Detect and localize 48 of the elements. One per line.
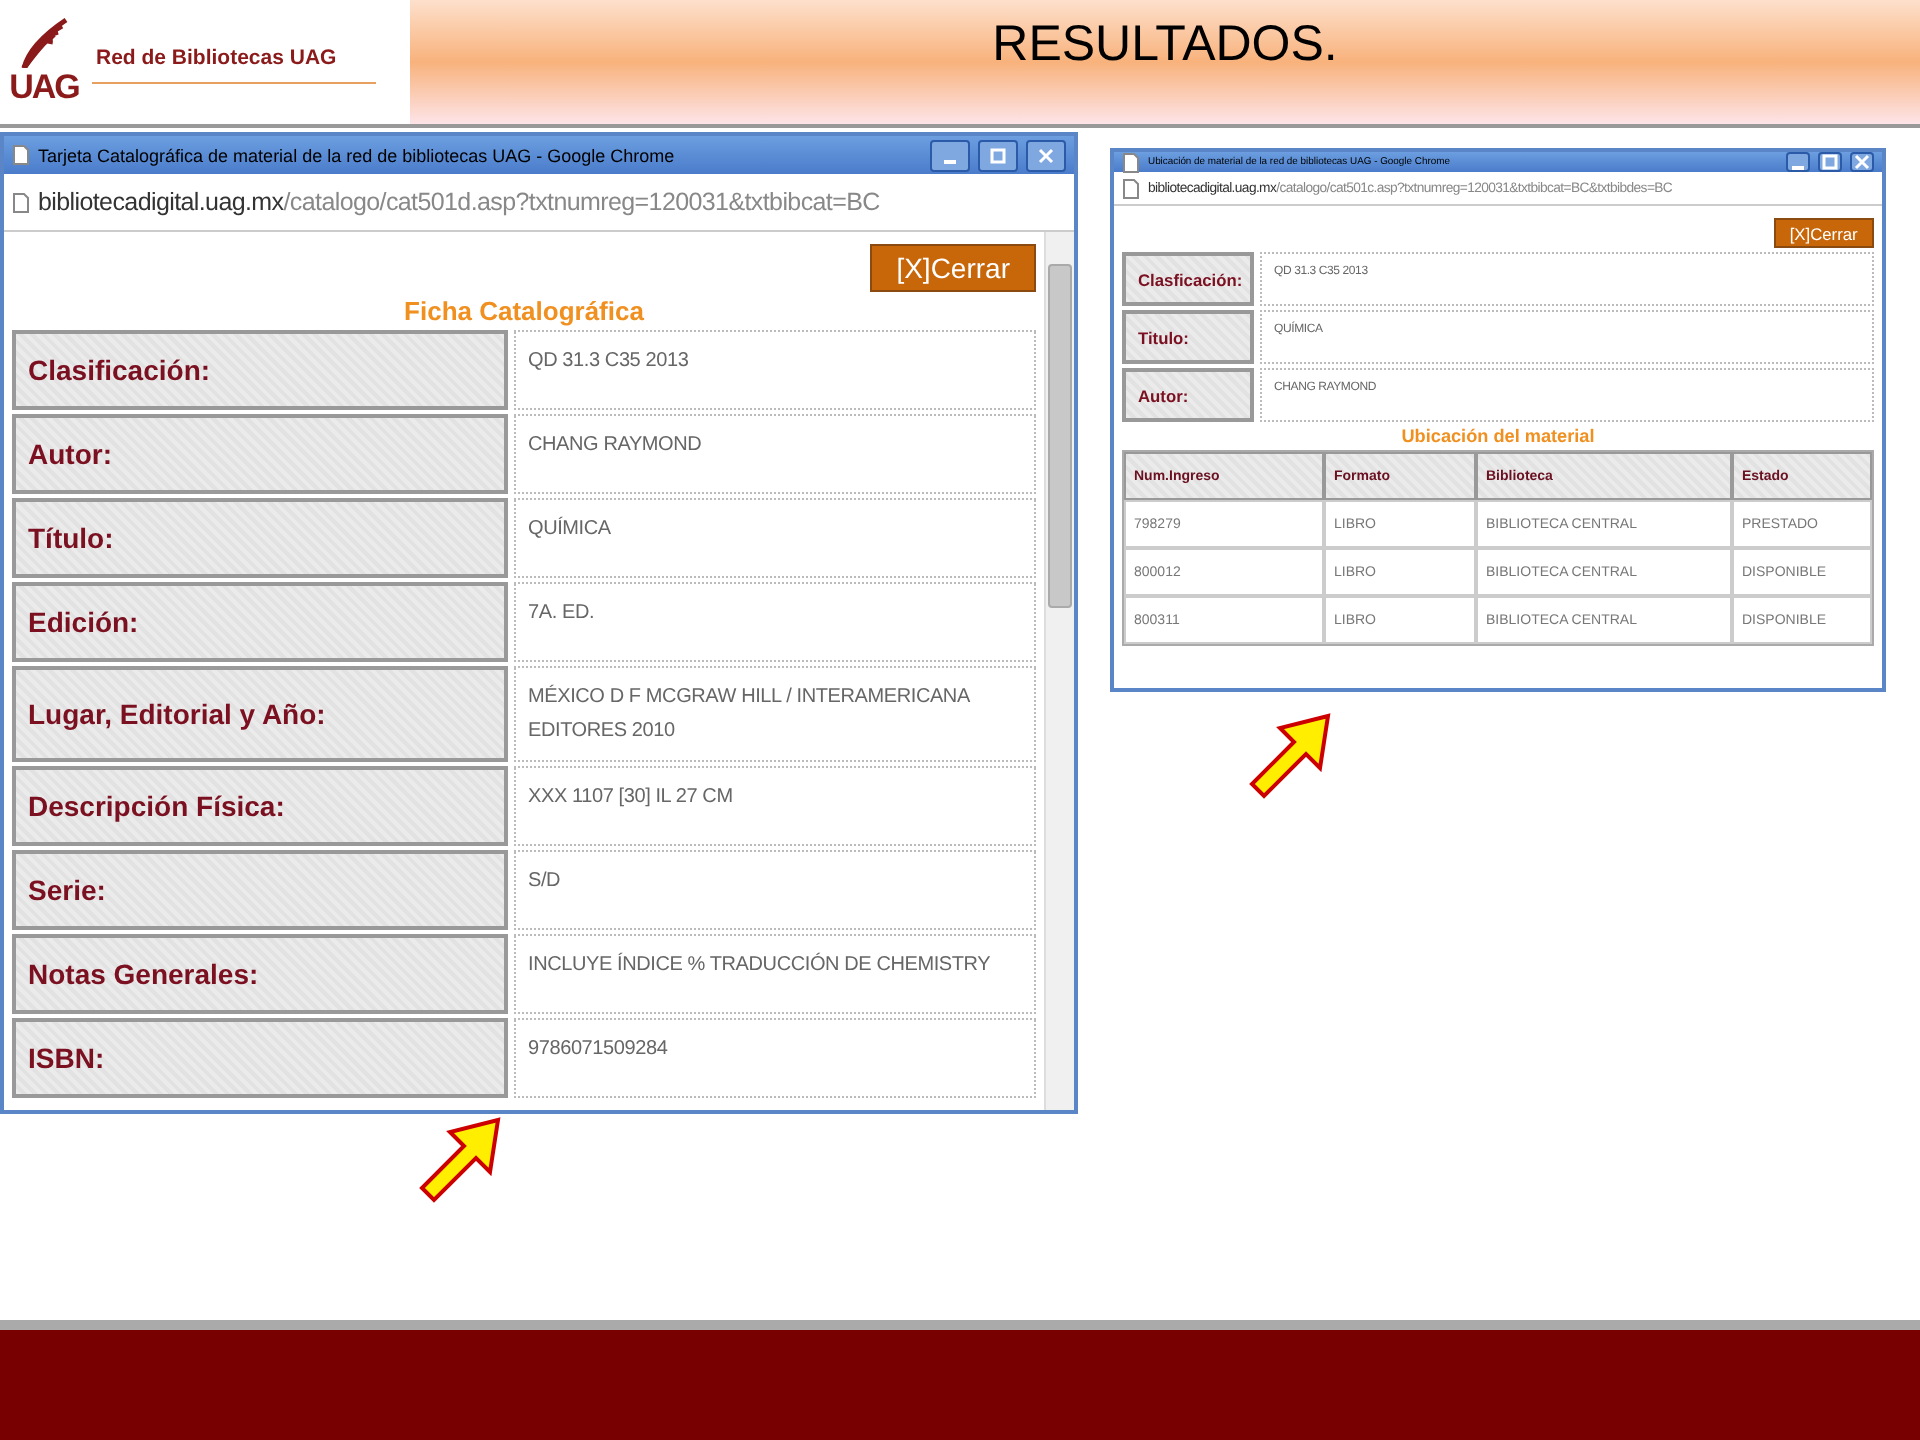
slide-title: RESULTADOS.: [990, 14, 1340, 76]
close-button[interactable]: [1026, 139, 1066, 171]
minimize-button[interactable]: [930, 139, 970, 171]
minimize-button[interactable]: [1786, 152, 1811, 173]
pointer-arrow-icon: [419, 1117, 501, 1203]
close-link-button[interactable]: [X]Cerrar: [1773, 217, 1874, 249]
field-value: 7A. ED.: [514, 582, 1036, 662]
field-label: Notas Generales:: [12, 934, 508, 1014]
brand-name: Red de Bibliotecas UAG: [92, 41, 377, 83]
close-icon: [1854, 154, 1871, 171]
address-bar[interactable]: bibliotecadigital.uag.mx/catalogo/cat501d.asp?txtnumreg=120031&txtbibcat=BC: [4, 174, 1074, 232]
field-value: XXX 1107 [30] IL 27 CM: [514, 766, 1036, 846]
field-value: S/D: [514, 850, 1036, 930]
field-value: 9786071509284: [514, 1018, 1036, 1098]
maximize-icon: [990, 147, 1006, 163]
field-value: INCLUYE ÍNDICE % TRADUCCIÓN DE CHEMISTRY: [514, 934, 1036, 1014]
field-label: Edición:: [12, 582, 508, 662]
pointer-arrow-icon: [1249, 713, 1331, 799]
page-icon: [12, 144, 30, 166]
section-heading: Ficha Catalográfica: [402, 296, 646, 326]
page-icon: [1122, 177, 1140, 200]
field-label: Clasficación:: [1122, 252, 1254, 307]
window-title: Tarjeta Catalográfica de material de la red de bibliotecas UAG - Google Chrome: [38, 145, 677, 165]
close-link-button[interactable]: [X]Cerrar: [870, 244, 1036, 292]
field-value: QD 31.3 C35 2013: [514, 330, 1036, 410]
field-label: Serie:: [12, 850, 508, 930]
minimize-icon: [1792, 166, 1805, 171]
maximize-button[interactable]: [1818, 152, 1843, 173]
field-label: Autor:: [12, 414, 508, 494]
field-label: Descripción Física:: [12, 766, 508, 846]
maximize-icon: [1822, 154, 1839, 171]
maximize-button[interactable]: [978, 139, 1018, 171]
logo-text: UAG: [9, 68, 79, 108]
field-value: CHANG RAYMOND: [514, 414, 1036, 494]
minimize-icon: [944, 159, 956, 163]
section-heading: Ubicación del material: [1399, 426, 1597, 447]
field-label: Autor:: [1122, 368, 1254, 423]
field-label: Lugar, Editorial y Año:: [12, 666, 508, 762]
field-label: ISBN:: [12, 1018, 508, 1098]
field-label: Título:: [12, 498, 508, 578]
field-value: MÉXICO D F MCGRAW HILL / INTERAMERICANA EDITORES 2010: [514, 666, 1036, 762]
page-icon: [12, 191, 30, 213]
field-label: Clasificación:: [12, 330, 508, 410]
field-label: Titulo:: [1122, 310, 1254, 365]
close-icon: [1038, 147, 1054, 163]
field-value: QUÍMICA: [514, 498, 1036, 578]
close-button[interactable]: [1850, 152, 1874, 173]
scrollbar[interactable]: [1044, 232, 1074, 1110]
